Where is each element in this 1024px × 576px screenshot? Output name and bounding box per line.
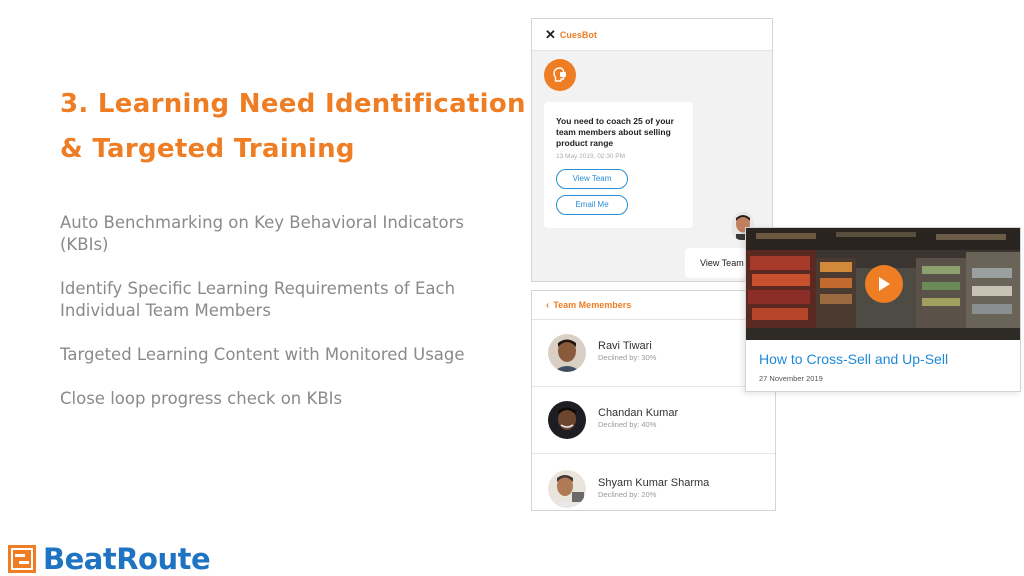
team-member-row[interactable]: Ravi Tiwari Declined by: 30%	[532, 320, 775, 387]
beatroute-logo-icon	[8, 545, 36, 573]
team-members-panel: ‹ Team Memembers Ravi Tiwari Declined by…	[531, 290, 776, 511]
chatbot-panel: ✕ CuesBot You need to coach 25 of your t…	[531, 18, 773, 282]
team-member-row[interactable]: Shyam Kumar Sharma Declined by: 20%	[532, 454, 775, 510]
avatar	[548, 334, 586, 372]
member-decline-rate: Declined by: 40%	[598, 420, 657, 429]
slide-title: 3. Learning Need Identification & Target…	[60, 82, 540, 172]
member-name: Ravi Tiwari	[598, 340, 652, 352]
slide-title-line-2: & Targeted Training	[60, 134, 355, 164]
bot-avatar	[544, 59, 576, 91]
brand-logo: BeatRoute	[8, 542, 211, 576]
bot-brain-icon	[553, 67, 566, 82]
avatar	[548, 470, 586, 508]
member-name: Shyam Kumar Sharma	[598, 477, 710, 489]
view-team-button[interactable]: View Team	[556, 169, 628, 189]
chatbot-title: CuesBot	[559, 29, 597, 40]
brand-name: BeatRoute	[43, 542, 211, 576]
member-decline-rate: Declined by: 30%	[598, 353, 657, 362]
feature-item: Targeted Learning Content with Monitored…	[60, 345, 465, 364]
slide-title-line-1: 3. Learning Need Identification	[60, 89, 526, 119]
member-name: Chandan Kumar	[598, 407, 679, 419]
feature-list: Auto Benchmarking on Key Behavioral Indi…	[60, 212, 510, 432]
feature-item: Identify Specific Learning Requirements …	[60, 279, 456, 320]
message-timestamp: 13 May 2019, 02:30 PM	[556, 153, 626, 160]
video-title[interactable]: How to Cross-Sell and Up-Sell	[759, 351, 948, 367]
feature-item: Auto Benchmarking on Key Behavioral Indi…	[60, 213, 464, 254]
email-me-button[interactable]: Email Me	[556, 195, 628, 215]
team-title: Team Memembers	[553, 300, 632, 310]
member-decline-rate: Declined by: 20%	[598, 490, 657, 499]
close-icon[interactable]: ✕	[545, 28, 556, 41]
video-date: 27 November 2019	[759, 374, 823, 383]
avatar	[548, 401, 586, 439]
feature-item: Close loop progress check on KBIs	[60, 389, 343, 408]
play-icon[interactable]	[865, 265, 903, 303]
bot-message-card: You need to coach 25 of your team member…	[544, 102, 693, 228]
training-video-card[interactable]: How to Cross-Sell and Up-Sell 27 Novembe…	[745, 227, 1021, 392]
bot-message-text: You need to coach 25 of your team member…	[556, 116, 674, 148]
chevron-left-icon[interactable]: ‹	[546, 300, 549, 311]
team-header: ‹ Team Memembers	[532, 291, 775, 320]
team-member-row[interactable]: Chandan Kumar Declined by: 40%	[532, 387, 775, 454]
chatbot-header: ✕ CuesBot	[532, 19, 772, 51]
